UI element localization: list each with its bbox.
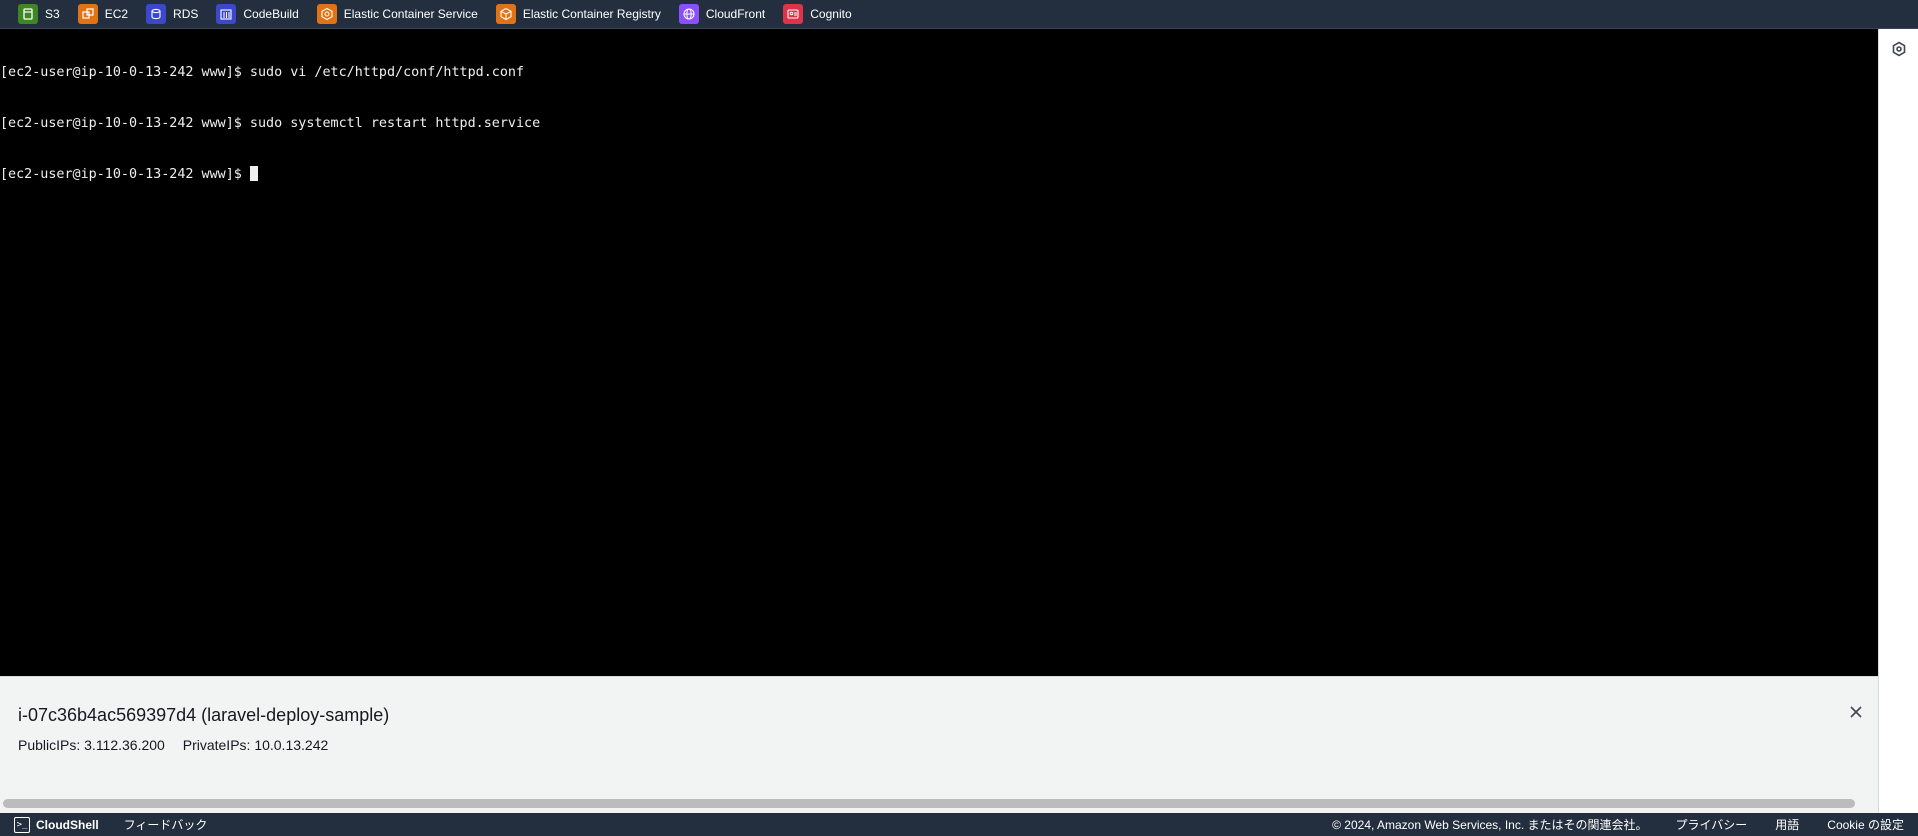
favorite-label: RDS bbox=[173, 7, 199, 21]
terminal-screen[interactable]: [ec2-user@ip-10-0-13-242 www]$ sudo vi /… bbox=[0, 29, 1878, 676]
ec2-icon bbox=[77, 4, 98, 24]
copyright-text: © 2024, Amazon Web Services, Inc. またはその関… bbox=[1332, 818, 1648, 832]
rds-icon bbox=[146, 4, 167, 24]
instance-ips: PublicIPs: 3.112.36.200 PrivateIPs: 10.0… bbox=[18, 737, 342, 753]
cloudfront-icon bbox=[678, 4, 699, 24]
close-panel-button[interactable] bbox=[1845, 701, 1867, 723]
cloudshell-label: CloudShell bbox=[36, 817, 99, 832]
close-icon bbox=[1850, 706, 1862, 718]
private-ips: PrivateIPs: 10.0.13.242 bbox=[182, 737, 329, 753]
favorite-cognito[interactable]: Cognito bbox=[783, 4, 852, 24]
terminal-line: [ec2-user@ip-10-0-13-242 www]$ bbox=[0, 166, 1878, 183]
feedback-label: フィードバック bbox=[123, 818, 208, 832]
console-footer: >_ CloudShell フィードバック © 2024, Amazon Web… bbox=[0, 813, 1918, 836]
s3-icon bbox=[18, 4, 38, 24]
favorite-label: Elastic Container Service bbox=[343, 7, 478, 21]
favorite-cloudfront[interactable]: CloudFront bbox=[678, 4, 766, 24]
scrollbar-thumb[interactable] bbox=[3, 799, 1855, 808]
right-rail bbox=[1878, 29, 1918, 813]
favorite-label: Cognito bbox=[810, 7, 852, 21]
ecr-icon bbox=[495, 4, 516, 24]
feedback-link[interactable]: フィードバック bbox=[124, 816, 208, 833]
instance-info-panel: i-07c36b4ac569397d4 (laravel-deploy-samp… bbox=[0, 676, 1878, 794]
favorite-label: CodeBuild bbox=[243, 7, 299, 21]
favorite-codebuild[interactable]: CodeBuild bbox=[216, 4, 299, 24]
terminal-line: [ec2-user@ip-10-0-13-242 www]$ sudo vi /… bbox=[0, 65, 525, 80]
public-ips: PublicIPs: 3.112.36.200 bbox=[18, 737, 165, 753]
instance-title: i-07c36b4ac569397d4 (laravel-deploy-samp… bbox=[18, 705, 390, 725]
cookie-settings-link[interactable]: Cookie の設定 bbox=[1827, 816, 1904, 833]
horizontal-scrollbar[interactable] bbox=[0, 794, 1878, 813]
favorite-ecr[interactable]: Elastic Container Registry bbox=[495, 4, 661, 24]
favorite-label: EC2 bbox=[104, 7, 129, 21]
settings-button[interactable] bbox=[1889, 39, 1909, 59]
favorite-ec2[interactable]: EC2 bbox=[77, 4, 129, 24]
favorite-label: S3 bbox=[45, 7, 60, 21]
terminal-line: [ec2-user@ip-10-0-13-242 www]$ sudo syst… bbox=[0, 116, 541, 131]
cloudshell-icon: >_ bbox=[14, 816, 30, 833]
favorite-rds[interactable]: RDS bbox=[146, 4, 198, 24]
terminal-cursor bbox=[249, 166, 258, 181]
cloudshell-button[interactable]: >_ CloudShell bbox=[14, 816, 99, 833]
privacy-link[interactable]: プライバシー bbox=[1676, 816, 1748, 833]
favorite-label: Elastic Container Registry bbox=[522, 7, 661, 21]
terminal-prompt: [ec2-user@ip-10-0-13-242 www]$ bbox=[0, 167, 250, 182]
terms-link[interactable]: 用語 bbox=[1775, 816, 1799, 833]
cognito-icon bbox=[783, 4, 804, 24]
favorite-s3[interactable]: S3 bbox=[18, 4, 60, 24]
codebuild-icon bbox=[216, 4, 237, 24]
favorites-bar: S3 EC2 RDS CodeBuild Elastic Container S… bbox=[0, 0, 1918, 29]
hexagon-gear-icon bbox=[1892, 41, 1906, 57]
favorite-ecs[interactable]: Elastic Container Service bbox=[316, 4, 478, 24]
ecs-icon bbox=[316, 4, 337, 24]
favorite-label: CloudFront bbox=[705, 7, 766, 21]
